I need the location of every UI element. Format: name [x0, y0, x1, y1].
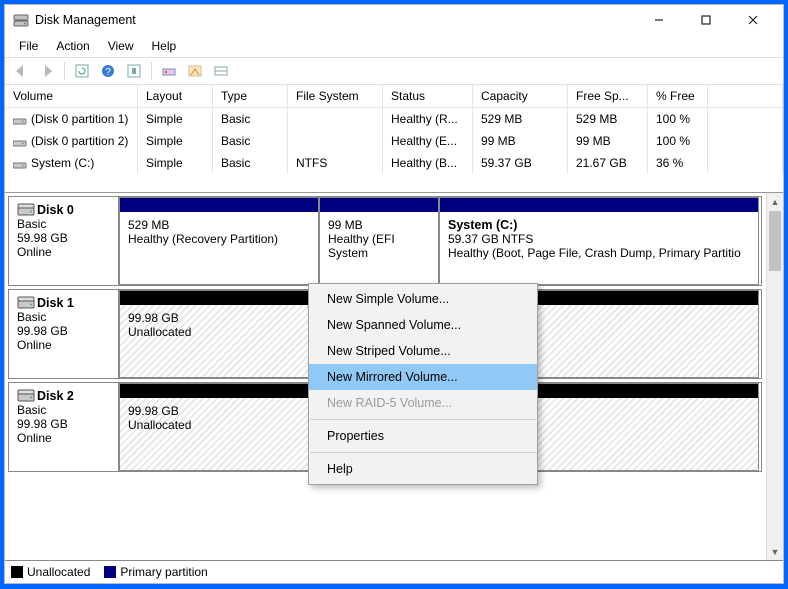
partition[interactable]: 99 MB Healthy (EFI System	[319, 197, 439, 285]
vertical-scrollbar[interactable]: ▲ ▼	[766, 193, 783, 560]
legend-unallocated: Unallocated	[11, 565, 90, 579]
scroll-thumb[interactable]	[769, 211, 781, 271]
tool-icon-1[interactable]	[157, 60, 181, 82]
back-button[interactable]	[9, 60, 33, 82]
settings-icon[interactable]	[122, 60, 146, 82]
app-icon	[13, 12, 29, 28]
table-row[interactable]: System (C:)SimpleBasicNTFSHealthy (B...5…	[5, 152, 783, 174]
col-volume[interactable]: Volume	[5, 85, 138, 107]
disk-row: Disk 0 Basic 59.98 GB Online529 MB Healt…	[8, 196, 762, 286]
tool-icon-2[interactable]	[183, 60, 207, 82]
context-menu: New Simple Volume...New Spanned Volume..…	[308, 283, 538, 485]
volume-list-header: Volume Layout Type File System Status Ca…	[5, 85, 783, 108]
col-type[interactable]: Type	[213, 85, 288, 107]
volume-list[interactable]: (Disk 0 partition 1)SimpleBasicHealthy (…	[5, 108, 783, 174]
disk-info[interactable]: Disk 1 Basic 99.98 GB Online	[9, 290, 119, 378]
graphical-view: Disk 0 Basic 59.98 GB Online529 MB Healt…	[5, 192, 783, 560]
disk-info[interactable]: Disk 0 Basic 59.98 GB Online	[9, 197, 119, 285]
window-title: Disk Management	[35, 13, 636, 27]
menu-view[interactable]: View	[100, 37, 142, 55]
title-bar[interactable]: Disk Management	[5, 5, 783, 35]
help-icon[interactable]: ?	[96, 60, 120, 82]
table-row[interactable]: (Disk 0 partition 2)SimpleBasicHealthy (…	[5, 130, 783, 152]
col-spare[interactable]	[708, 85, 783, 107]
partition[interactable]: 529 MB Healthy (Recovery Partition)	[119, 197, 319, 285]
disk-info[interactable]: Disk 2 Basic 99.98 GB Online	[9, 383, 119, 471]
legend: Unallocated Primary partition	[5, 560, 783, 583]
scroll-up-icon[interactable]: ▲	[767, 193, 783, 210]
col-fs[interactable]: File System	[288, 85, 383, 107]
partition[interactable]: System (C:) 59.37 GB NTFS Healthy (Boot,…	[439, 197, 759, 285]
svg-text:?: ?	[105, 67, 111, 78]
maximize-button[interactable]	[683, 6, 728, 34]
refresh-icon[interactable]	[70, 60, 94, 82]
legend-primary: Primary partition	[104, 565, 207, 579]
table-row[interactable]: (Disk 0 partition 1)SimpleBasicHealthy (…	[5, 108, 783, 130]
tool-icon-3[interactable]	[209, 60, 233, 82]
context-item[interactable]: New Simple Volume...	[309, 286, 537, 312]
context-item[interactable]: Help	[309, 456, 537, 482]
menu-file[interactable]: File	[11, 37, 46, 55]
context-item[interactable]: New Mirrored Volume...	[309, 364, 537, 390]
menu-help[interactable]: Help	[144, 37, 185, 55]
disk-management-window: Disk Management File Action View Help ? …	[4, 4, 784, 584]
col-status[interactable]: Status	[383, 85, 473, 107]
col-layout[interactable]: Layout	[138, 85, 213, 107]
menu-action[interactable]: Action	[48, 37, 97, 55]
toolbar: ?	[5, 57, 783, 85]
col-capacity[interactable]: Capacity	[473, 85, 568, 107]
context-item[interactable]: New Striped Volume...	[309, 338, 537, 364]
col-free[interactable]: Free Sp...	[568, 85, 648, 107]
context-item[interactable]: New Spanned Volume...	[309, 312, 537, 338]
minimize-button[interactable]	[636, 6, 681, 34]
close-button[interactable]	[730, 6, 775, 34]
context-item: New RAID-5 Volume...	[309, 390, 537, 416]
col-pct[interactable]: % Free	[648, 85, 708, 107]
context-item[interactable]: Properties	[309, 423, 537, 449]
menu-bar: File Action View Help	[5, 35, 783, 57]
scroll-down-icon[interactable]: ▼	[767, 543, 783, 560]
forward-button[interactable]	[35, 60, 59, 82]
